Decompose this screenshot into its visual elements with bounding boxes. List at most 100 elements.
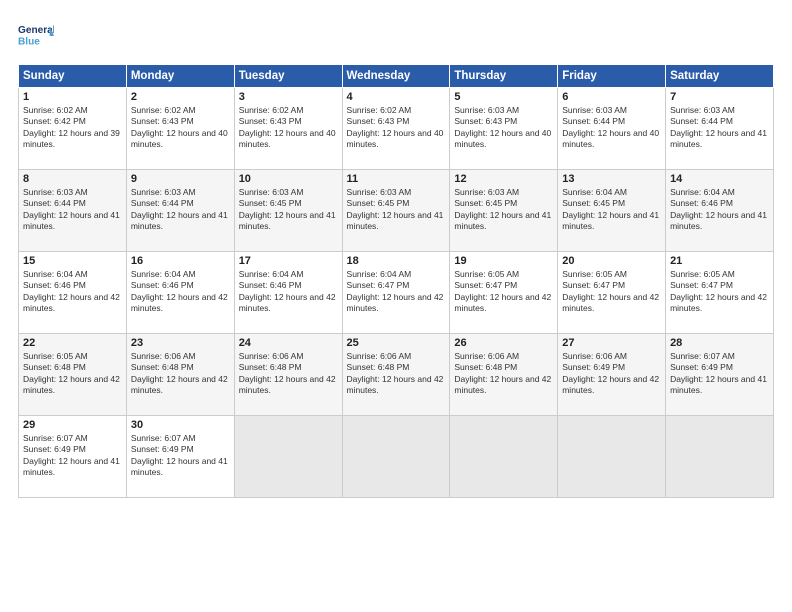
cell-info: Sunrise: 6:06 AM Sunset: 6:48 PM Dayligh… [347,351,446,397]
day-number: 15 [23,255,122,267]
day-number: 22 [23,337,122,349]
day-number: 24 [239,337,338,349]
day-number: 26 [454,337,553,349]
calendar-cell: 13 Sunrise: 6:04 AM Sunset: 6:45 PM Dayl… [558,170,666,252]
cell-info: Sunrise: 6:04 AM Sunset: 6:46 PM Dayligh… [670,187,769,233]
cell-info: Sunrise: 6:05 AM Sunset: 6:47 PM Dayligh… [562,269,661,315]
calendar-cell [666,416,774,498]
day-number: 23 [131,337,230,349]
day-number: 19 [454,255,553,267]
calendar-row: 29 Sunrise: 6:07 AM Sunset: 6:49 PM Dayl… [19,416,774,498]
day-number: 3 [239,91,338,103]
cell-info: Sunrise: 6:02 AM Sunset: 6:43 PM Dayligh… [131,105,230,151]
cell-info: Sunrise: 6:07 AM Sunset: 6:49 PM Dayligh… [131,433,230,479]
day-number: 7 [670,91,769,103]
cell-info: Sunrise: 6:02 AM Sunset: 6:43 PM Dayligh… [239,105,338,151]
cell-info: Sunrise: 6:05 AM Sunset: 6:48 PM Dayligh… [23,351,122,397]
col-wednesday: Wednesday [342,65,450,88]
calendar-cell: 14 Sunrise: 6:04 AM Sunset: 6:46 PM Dayl… [666,170,774,252]
calendar-cell: 27 Sunrise: 6:06 AM Sunset: 6:49 PM Dayl… [558,334,666,416]
cell-info: Sunrise: 6:06 AM Sunset: 6:48 PM Dayligh… [239,351,338,397]
day-number: 21 [670,255,769,267]
calendar-cell: 30 Sunrise: 6:07 AM Sunset: 6:49 PM Dayl… [126,416,234,498]
cell-info: Sunrise: 6:02 AM Sunset: 6:43 PM Dayligh… [347,105,446,151]
calendar-cell: 16 Sunrise: 6:04 AM Sunset: 6:46 PM Dayl… [126,252,234,334]
svg-text:General: General [18,25,54,36]
cell-info: Sunrise: 6:03 AM Sunset: 6:43 PM Dayligh… [454,105,553,151]
cell-info: Sunrise: 6:03 AM Sunset: 6:45 PM Dayligh… [239,187,338,233]
calendar-cell: 10 Sunrise: 6:03 AM Sunset: 6:45 PM Dayl… [234,170,342,252]
header-row: Sunday Monday Tuesday Wednesday Thursday… [19,65,774,88]
calendar-cell: 3 Sunrise: 6:02 AM Sunset: 6:43 PM Dayli… [234,88,342,170]
calendar-cell [342,416,450,498]
calendar-cell: 6 Sunrise: 6:03 AM Sunset: 6:44 PM Dayli… [558,88,666,170]
calendar-cell: 15 Sunrise: 6:04 AM Sunset: 6:46 PM Dayl… [19,252,127,334]
cell-info: Sunrise: 6:06 AM Sunset: 6:48 PM Dayligh… [454,351,553,397]
calendar-cell: 18 Sunrise: 6:04 AM Sunset: 6:47 PM Dayl… [342,252,450,334]
cell-info: Sunrise: 6:05 AM Sunset: 6:47 PM Dayligh… [454,269,553,315]
calendar-cell: 2 Sunrise: 6:02 AM Sunset: 6:43 PM Dayli… [126,88,234,170]
logo: General Blue [18,18,54,54]
day-number: 29 [23,419,122,431]
day-number: 13 [562,173,661,185]
day-number: 17 [239,255,338,267]
day-number: 12 [454,173,553,185]
cell-info: Sunrise: 6:03 AM Sunset: 6:44 PM Dayligh… [131,187,230,233]
calendar-cell: 24 Sunrise: 6:06 AM Sunset: 6:48 PM Dayl… [234,334,342,416]
cell-info: Sunrise: 6:04 AM Sunset: 6:45 PM Dayligh… [562,187,661,233]
day-number: 25 [347,337,446,349]
calendar-cell: 17 Sunrise: 6:04 AM Sunset: 6:46 PM Dayl… [234,252,342,334]
col-friday: Friday [558,65,666,88]
calendar-cell: 22 Sunrise: 6:05 AM Sunset: 6:48 PM Dayl… [19,334,127,416]
cell-info: Sunrise: 6:04 AM Sunset: 6:47 PM Dayligh… [347,269,446,315]
col-sunday: Sunday [19,65,127,88]
day-number: 2 [131,91,230,103]
day-number: 5 [454,91,553,103]
cell-info: Sunrise: 6:03 AM Sunset: 6:44 PM Dayligh… [562,105,661,151]
calendar-cell: 4 Sunrise: 6:02 AM Sunset: 6:43 PM Dayli… [342,88,450,170]
cell-info: Sunrise: 6:06 AM Sunset: 6:48 PM Dayligh… [131,351,230,397]
calendar-cell: 11 Sunrise: 6:03 AM Sunset: 6:45 PM Dayl… [342,170,450,252]
cell-info: Sunrise: 6:03 AM Sunset: 6:44 PM Dayligh… [23,187,122,233]
calendar-cell: 26 Sunrise: 6:06 AM Sunset: 6:48 PM Dayl… [450,334,558,416]
cell-info: Sunrise: 6:02 AM Sunset: 6:42 PM Dayligh… [23,105,122,151]
day-number: 9 [131,173,230,185]
logo-icon: General Blue [18,18,54,54]
calendar-cell: 8 Sunrise: 6:03 AM Sunset: 6:44 PM Dayli… [19,170,127,252]
day-number: 6 [562,91,661,103]
cell-info: Sunrise: 6:05 AM Sunset: 6:47 PM Dayligh… [670,269,769,315]
calendar-cell: 19 Sunrise: 6:05 AM Sunset: 6:47 PM Dayl… [450,252,558,334]
calendar-cell: 25 Sunrise: 6:06 AM Sunset: 6:48 PM Dayl… [342,334,450,416]
calendar-cell: 1 Sunrise: 6:02 AM Sunset: 6:42 PM Dayli… [19,88,127,170]
calendar-row: 22 Sunrise: 6:05 AM Sunset: 6:48 PM Dayl… [19,334,774,416]
day-number: 18 [347,255,446,267]
cell-info: Sunrise: 6:04 AM Sunset: 6:46 PM Dayligh… [239,269,338,315]
day-number: 1 [23,91,122,103]
calendar-cell: 21 Sunrise: 6:05 AM Sunset: 6:47 PM Dayl… [666,252,774,334]
cell-info: Sunrise: 6:06 AM Sunset: 6:49 PM Dayligh… [562,351,661,397]
cell-info: Sunrise: 6:04 AM Sunset: 6:46 PM Dayligh… [131,269,230,315]
day-number: 14 [670,173,769,185]
cell-info: Sunrise: 6:03 AM Sunset: 6:45 PM Dayligh… [454,187,553,233]
calendar-cell: 28 Sunrise: 6:07 AM Sunset: 6:49 PM Dayl… [666,334,774,416]
col-thursday: Thursday [450,65,558,88]
calendar-row: 8 Sunrise: 6:03 AM Sunset: 6:44 PM Dayli… [19,170,774,252]
day-number: 20 [562,255,661,267]
col-saturday: Saturday [666,65,774,88]
day-number: 27 [562,337,661,349]
cell-info: Sunrise: 6:07 AM Sunset: 6:49 PM Dayligh… [670,351,769,397]
svg-text:Blue: Blue [18,37,40,48]
calendar-cell [234,416,342,498]
day-number: 28 [670,337,769,349]
calendar-cell: 5 Sunrise: 6:03 AM Sunset: 6:43 PM Dayli… [450,88,558,170]
day-number: 4 [347,91,446,103]
day-number: 8 [23,173,122,185]
col-tuesday: Tuesday [234,65,342,88]
cell-info: Sunrise: 6:07 AM Sunset: 6:49 PM Dayligh… [23,433,122,479]
day-number: 10 [239,173,338,185]
day-number: 11 [347,173,446,185]
cell-info: Sunrise: 6:03 AM Sunset: 6:44 PM Dayligh… [670,105,769,151]
calendar-row: 15 Sunrise: 6:04 AM Sunset: 6:46 PM Dayl… [19,252,774,334]
col-monday: Monday [126,65,234,88]
calendar-cell: 23 Sunrise: 6:06 AM Sunset: 6:48 PM Dayl… [126,334,234,416]
